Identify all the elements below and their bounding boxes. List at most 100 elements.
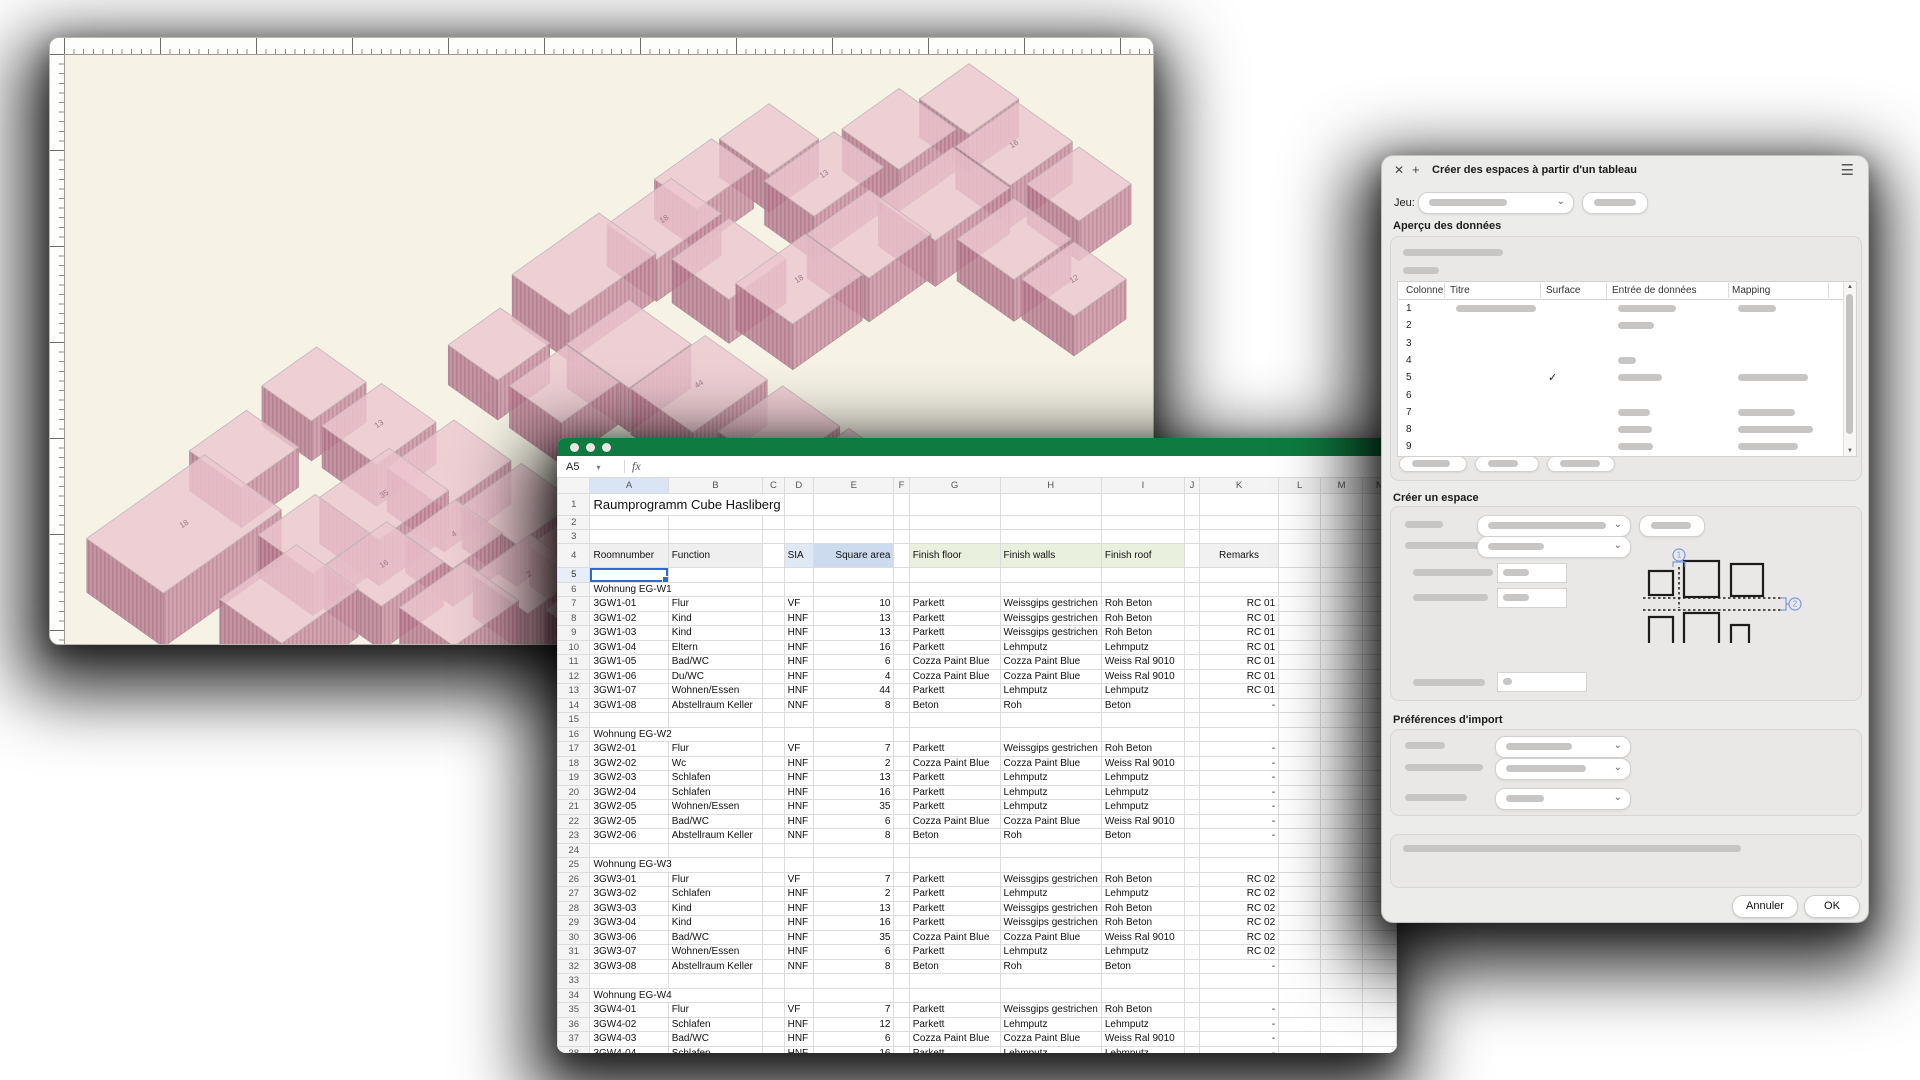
cell[interactable] <box>894 684 909 699</box>
row-number[interactable]: 8 <box>558 611 590 626</box>
cell[interactable]: Lehmputz <box>1000 785 1101 800</box>
cell[interactable]: 3GW4-04 <box>590 1046 668 1053</box>
cell[interactable]: Cozza Paint Blue <box>909 669 1000 684</box>
cell[interactable] <box>814 530 894 544</box>
row-number[interactable]: 25 <box>558 858 590 873</box>
cell[interactable] <box>1279 544 1321 568</box>
cell[interactable] <box>784 494 813 516</box>
cell[interactable] <box>1279 945 1321 960</box>
cell[interactable] <box>1279 901 1321 916</box>
cell[interactable] <box>1000 530 1101 544</box>
cell[interactable]: Roh Beton <box>1101 611 1184 626</box>
cell[interactable]: 6 <box>814 814 894 829</box>
cell[interactable]: 7 <box>814 872 894 887</box>
cell[interactable]: Parkett <box>909 872 1000 887</box>
cell[interactable]: Lehmputz <box>1101 640 1184 655</box>
cell[interactable] <box>909 568 1000 583</box>
cell[interactable]: Lehmputz <box>1000 684 1101 699</box>
cell[interactable] <box>1321 1017 1363 1032</box>
cell[interactable] <box>1000 843 1101 858</box>
cell[interactable] <box>1184 626 1199 641</box>
cell[interactable] <box>1362 1017 1396 1032</box>
cell[interactable] <box>763 597 784 612</box>
cell[interactable]: Parkett <box>909 611 1000 626</box>
cell[interactable] <box>784 713 813 728</box>
cell[interactable] <box>1000 988 1101 1003</box>
cell[interactable] <box>668 530 762 544</box>
cell[interactable]: Abstellraum Keller <box>668 829 762 844</box>
cell[interactable] <box>1184 516 1199 530</box>
cell[interactable] <box>1199 516 1278 530</box>
cell[interactable] <box>1321 494 1363 516</box>
cell[interactable]: RC 01 <box>1199 655 1278 670</box>
column-letter[interactable]: K <box>1199 478 1278 494</box>
preview-action-button-1[interactable] <box>1399 456 1467 472</box>
cell[interactable]: 3GW3-02 <box>590 887 668 902</box>
cell[interactable]: 3GW2-02 <box>590 756 668 771</box>
cell[interactable] <box>894 568 909 583</box>
row-number[interactable]: 10 <box>558 640 590 655</box>
cell[interactable] <box>763 843 784 858</box>
cell[interactable]: Lehmputz <box>1101 684 1184 699</box>
cell[interactable] <box>668 843 762 858</box>
cell[interactable]: RC 02 <box>1199 887 1278 902</box>
column-letter[interactable]: L <box>1279 478 1321 494</box>
cell[interactable] <box>763 1032 784 1047</box>
cell[interactable]: 6 <box>814 1032 894 1047</box>
cell[interactable] <box>894 887 909 902</box>
cell[interactable]: HNF <box>784 626 813 641</box>
cell[interactable]: HNF <box>784 945 813 960</box>
cell[interactable]: Cozza Paint Blue <box>909 756 1000 771</box>
cell[interactable]: Roh Beton <box>1101 916 1184 931</box>
cell[interactable]: 2 <box>814 887 894 902</box>
cell[interactable] <box>1279 516 1321 530</box>
cell[interactable]: 7 <box>814 742 894 757</box>
cell[interactable]: Cozza Paint Blue <box>1000 655 1101 670</box>
cell[interactable]: Weissgips gestrichen <box>1000 1003 1101 1018</box>
cell[interactable] <box>814 843 894 858</box>
cell[interactable]: Beton <box>1101 698 1184 713</box>
cell[interactable]: 12 <box>814 1017 894 1032</box>
cell[interactable] <box>894 494 909 516</box>
cell[interactable]: Lehmputz <box>1101 785 1184 800</box>
cell[interactable] <box>784 843 813 858</box>
cell[interactable] <box>814 988 894 1003</box>
cell[interactable]: - <box>1199 814 1278 829</box>
cell[interactable] <box>1184 872 1199 887</box>
cell[interactable] <box>894 727 909 742</box>
cell[interactable]: Kind <box>668 916 762 931</box>
cell[interactable] <box>763 858 784 873</box>
cell[interactable] <box>894 713 909 728</box>
cell[interactable] <box>1321 611 1363 626</box>
column-letter[interactable]: F <box>894 478 909 494</box>
row-number[interactable]: 9 <box>558 626 590 641</box>
cell[interactable] <box>1321 872 1363 887</box>
cell[interactable]: Cozza Paint Blue <box>1000 756 1101 771</box>
cell[interactable]: 16 <box>814 1046 894 1053</box>
cell[interactable] <box>894 611 909 626</box>
cell[interactable] <box>1321 756 1363 771</box>
cell[interactable]: 35 <box>814 930 894 945</box>
cell[interactable]: Wohnen/Essen <box>668 684 762 699</box>
cell[interactable] <box>894 974 909 989</box>
cell[interactable]: Weissgips gestrichen <box>1000 872 1101 887</box>
cell[interactable]: RC 01 <box>1199 597 1278 612</box>
cell[interactable] <box>763 530 784 544</box>
row-number[interactable]: 31 <box>558 945 590 960</box>
cell[interactable]: 16 <box>814 785 894 800</box>
cell[interactable] <box>894 916 909 931</box>
row-number[interactable]: 37 <box>558 1032 590 1047</box>
cell[interactable]: - <box>1199 1046 1278 1053</box>
column-letter[interactable]: G <box>909 478 1000 494</box>
cell[interactable]: VF <box>784 742 813 757</box>
cell[interactable] <box>1000 568 1101 583</box>
cell[interactable] <box>1362 1032 1396 1047</box>
cell[interactable] <box>763 669 784 684</box>
cell[interactable]: VF <box>784 1003 813 1018</box>
cell[interactable] <box>1279 611 1321 626</box>
cell[interactable] <box>814 516 894 530</box>
cell[interactable]: 13 <box>814 626 894 641</box>
cell[interactable] <box>1000 516 1101 530</box>
cell[interactable]: Parkett <box>909 626 1000 641</box>
preview-table[interactable]: Colonne Titre Surface Entrée de données … <box>1397 281 1857 457</box>
